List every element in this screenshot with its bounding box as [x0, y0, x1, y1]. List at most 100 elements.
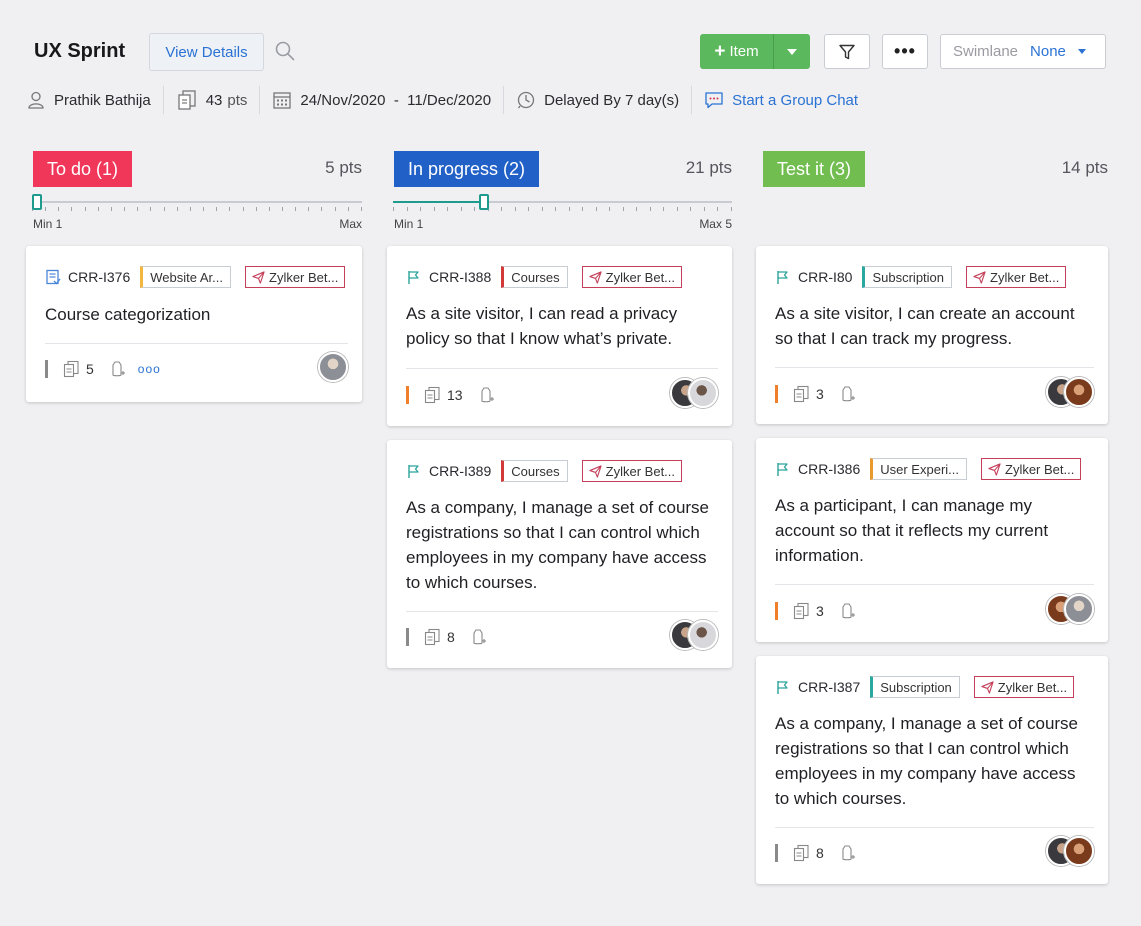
add-subtask-icon[interactable]: [838, 385, 856, 403]
add-subtask-icon[interactable]: [838, 602, 856, 620]
column-title[interactable]: Test it (3): [763, 151, 866, 187]
add-subtask-icon[interactable]: [469, 628, 487, 646]
group-chat-link[interactable]: Start a Group Chat: [692, 86, 870, 114]
send-icon: [988, 463, 1001, 476]
wip-limit-slider[interactable]: Min 1 Max: [26, 194, 362, 240]
assignees[interactable]: [670, 378, 718, 408]
item-id[interactable]: CRR-I80: [798, 269, 852, 285]
story-points: 8: [447, 629, 455, 645]
add-item-dropdown[interactable]: [774, 34, 810, 69]
priority-indicator: [45, 360, 48, 378]
card-title[interactable]: As a company, I manage a set of course r…: [406, 495, 718, 595]
column-title[interactable]: To do (1): [33, 151, 133, 187]
flag-icon: [775, 679, 791, 695]
points-icon: [423, 386, 441, 404]
add-subtask-icon[interactable]: [477, 386, 495, 404]
story-card[interactable]: CRR-I387 Subscription Zylker Bet... As a…: [756, 656, 1108, 884]
card-title[interactable]: As a company, I manage a set of course r…: [775, 711, 1094, 811]
story-icon: [45, 269, 61, 285]
avatar[interactable]: [1064, 594, 1094, 624]
release-tag[interactable]: Zylker Bet...: [581, 460, 683, 482]
avatar[interactable]: [688, 378, 718, 408]
story-card[interactable]: CRR-I388 Courses Zylker Bet... As a site…: [387, 246, 732, 426]
search-icon[interactable]: [274, 40, 296, 62]
release-label: Zylker Bet...: [997, 679, 1068, 695]
card-title[interactable]: As a site visitor, I can create an accou…: [775, 301, 1094, 351]
swimlane-select[interactable]: Swimlane None: [940, 34, 1106, 69]
avatar[interactable]: [1064, 377, 1094, 407]
delay-status: Delayed By 7 day(s): [544, 91, 680, 109]
column-title[interactable]: In progress (2): [394, 151, 540, 187]
group-chat-label: Start a Group Chat: [732, 91, 859, 109]
card-title[interactable]: As a participant, I can manage my accoun…: [775, 493, 1094, 568]
assignees[interactable]: [1046, 836, 1094, 866]
wip-limit-slider[interactable]: Min 1 Max 5: [387, 194, 732, 240]
module-tag[interactable]: Subscription: [870, 676, 960, 698]
module-tag[interactable]: Website Ar...: [140, 266, 231, 288]
story-card[interactable]: CRR-I389 Courses Zylker Bet... As a comp…: [387, 440, 732, 668]
story-card[interactable]: CRR-I376 Website Ar... Zylker Bet... Cou…: [26, 246, 362, 402]
item-id[interactable]: CRR-I386: [798, 461, 860, 477]
release-tag[interactable]: Zylker Bet...: [973, 676, 1075, 698]
calendar-icon: [273, 92, 292, 109]
avatar[interactable]: [318, 352, 348, 382]
view-details-button[interactable]: View Details: [149, 33, 264, 71]
story-card[interactable]: CRR-I386 User Experi... Zylker Bet... As…: [756, 438, 1108, 642]
module-tag[interactable]: User Experi...: [870, 458, 967, 480]
card-title[interactable]: As a site visitor, I can read a privacy …: [406, 301, 718, 351]
filter-button[interactable]: [824, 34, 870, 69]
item-id[interactable]: CRR-I376: [68, 269, 130, 285]
assignees[interactable]: [318, 352, 348, 382]
points-icon: [792, 602, 810, 620]
add-item-main[interactable]: + Item: [700, 34, 774, 69]
assignees[interactable]: [1046, 594, 1094, 624]
wip-max-handle[interactable]: [479, 194, 489, 210]
chevron-down-icon: [787, 48, 797, 55]
add-subtask-icon[interactable]: [108, 360, 126, 378]
column-points: 5 pts: [325, 158, 362, 177]
card-title[interactable]: Course categorization: [45, 302, 348, 327]
module-tag[interactable]: Courses: [501, 460, 568, 482]
story-points: 5: [86, 361, 94, 377]
sprint-dates: 24/Nov/2020 - 11/Dec/2020: [260, 86, 505, 114]
more-options-button[interactable]: •••: [882, 34, 928, 69]
swimlane-label: Swimlane: [953, 43, 1019, 60]
avatar[interactable]: [688, 620, 718, 650]
add-item-label: Item: [729, 43, 759, 60]
release-tag[interactable]: Zylker Bet...: [581, 266, 683, 288]
wip-min-handle[interactable]: [32, 194, 42, 210]
card-footer: 8: [775, 844, 856, 862]
column-header: Test it (3) 14 pts: [756, 150, 1108, 188]
add-subtask-icon[interactable]: [838, 844, 856, 862]
add-item-button[interactable]: + Item: [700, 34, 810, 69]
release-label: Zylker Bet...: [605, 463, 676, 479]
avatar[interactable]: [1064, 836, 1094, 866]
module-tag[interactable]: Courses: [501, 266, 568, 288]
points-icon: [178, 90, 196, 110]
release-tag[interactable]: Zylker Bet...: [981, 458, 1082, 480]
column-test-it: Test it (3) 14 pts CRR-I80 Subscription …: [756, 150, 1108, 884]
points-value: 43: [205, 91, 223, 109]
release-tag[interactable]: Zylker Bet...: [966, 266, 1067, 288]
column-points: 14 pts: [1061, 158, 1108, 177]
item-id[interactable]: CRR-I387: [798, 679, 860, 695]
points-icon: [792, 844, 810, 862]
wip-min-label: Min 1: [33, 217, 63, 231]
release-label: Zylker Bet...: [1005, 461, 1075, 477]
points-unit: pts: [227, 91, 248, 109]
release-tag[interactable]: Zylker Bet...: [245, 266, 346, 288]
column-todo: To do (1) 5 pts Min 1 Max CRR-I376 Websi…: [26, 150, 362, 402]
more-icon[interactable]: ooo: [138, 362, 161, 376]
filter-icon: [839, 44, 855, 59]
swimlane-value: None: [1030, 43, 1066, 60]
story-card[interactable]: CRR-I80 Subscription Zylker Bet... As a …: [756, 246, 1108, 424]
flag-icon: [406, 269, 422, 285]
sprint-points: 43 pts: [164, 86, 261, 114]
module-tag[interactable]: Subscription: [862, 266, 953, 288]
priority-indicator: [775, 602, 778, 620]
item-id[interactable]: CRR-I388: [429, 269, 491, 285]
column-header: To do (1) 5 pts: [26, 150, 362, 188]
assignees[interactable]: [1046, 377, 1094, 407]
item-id[interactable]: CRR-I389: [429, 463, 491, 479]
assignees[interactable]: [670, 620, 718, 650]
